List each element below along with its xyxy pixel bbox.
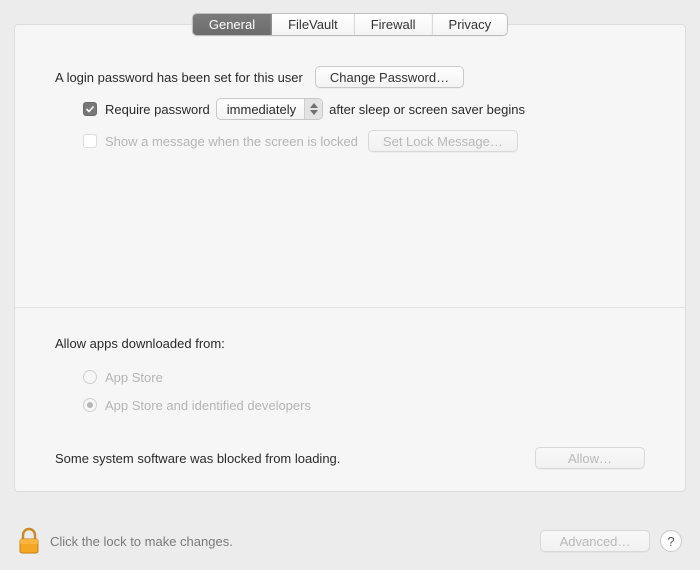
radio-label: App Store: [105, 370, 163, 385]
button-label: Advanced…: [560, 534, 631, 549]
allow-apps-heading: Allow apps downloaded from:: [55, 336, 225, 351]
tab-label: FileVault: [288, 17, 338, 32]
show-lock-message-checkbox[interactable]: [83, 134, 97, 148]
set-lock-message-button[interactable]: Set Lock Message…: [368, 130, 518, 152]
tab-label: General: [209, 17, 255, 32]
require-password-delay-select[interactable]: immediately: [216, 98, 323, 120]
allow-apps-option-appstore: App Store: [83, 363, 645, 391]
select-value: immediately: [227, 102, 304, 117]
login-password-section: A login password has been set for this u…: [15, 25, 685, 155]
lock-message-row: Show a message when the screen is locked…: [83, 127, 645, 155]
allow-apps-option-identified: App Store and identified developers: [83, 391, 645, 419]
tab-label: Firewall: [371, 17, 416, 32]
blocked-software-message: Some system software was blocked from lo…: [55, 451, 340, 466]
lock-icon[interactable]: [18, 527, 40, 555]
allow-button[interactable]: Allow…: [535, 447, 645, 469]
lock-hint: Click the lock to make changes.: [50, 534, 233, 549]
radio-appstore-identified[interactable]: [83, 398, 97, 412]
updown-icon: [304, 98, 322, 120]
main-panel: General FileVault Firewall Privacy A log…: [14, 24, 686, 492]
tab-firewall[interactable]: Firewall: [355, 14, 433, 35]
tab-bar: General FileVault Firewall Privacy: [192, 13, 508, 36]
tab-filevault[interactable]: FileVault: [272, 14, 355, 35]
require-password-suffix: after sleep or screen saver begins: [329, 102, 525, 117]
footer: Click the lock to make changes. Advanced…: [0, 512, 700, 570]
security-privacy-window: General FileVault Firewall Privacy A log…: [0, 0, 700, 570]
advanced-button[interactable]: Advanced…: [540, 530, 650, 552]
tab-label: Privacy: [449, 17, 492, 32]
radio-label: App Store and identified developers: [105, 398, 311, 413]
require-password-prefix: Require password: [105, 102, 210, 117]
require-password-checkbox[interactable]: [83, 102, 97, 116]
blocked-software-row: Some system software was blocked from lo…: [15, 447, 685, 469]
tab-privacy[interactable]: Privacy: [433, 14, 508, 35]
help-button[interactable]: ?: [660, 530, 682, 552]
require-password-row: Require password immediately after sleep…: [83, 95, 645, 123]
allow-apps-section: Allow apps downloaded from: App Store Ap…: [15, 307, 685, 419]
login-password-statement: A login password has been set for this u…: [55, 70, 303, 85]
login-password-row: A login password has been set for this u…: [55, 63, 645, 91]
allow-apps-heading-row: Allow apps downloaded from:: [55, 329, 645, 357]
button-label: Change Password…: [330, 70, 449, 85]
button-label: Allow…: [568, 451, 612, 466]
change-password-button[interactable]: Change Password…: [315, 66, 464, 88]
help-glyph: ?: [667, 534, 674, 549]
button-label: Set Lock Message…: [383, 134, 503, 149]
radio-appstore[interactable]: [83, 370, 97, 384]
tab-general[interactable]: General: [193, 14, 272, 35]
show-lock-message-label: Show a message when the screen is locked: [105, 134, 358, 149]
